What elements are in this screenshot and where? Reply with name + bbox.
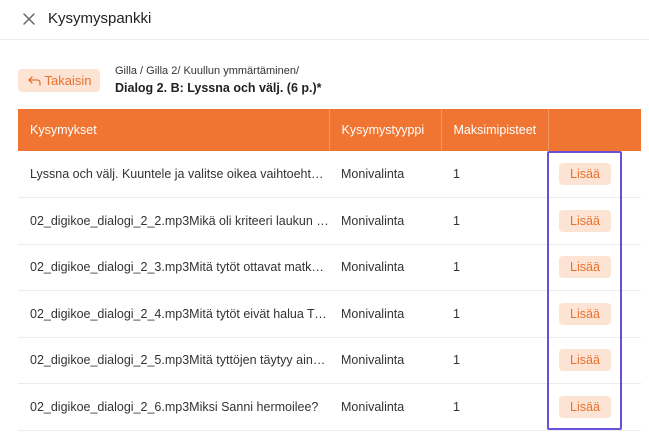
points-cell: 1 <box>453 167 460 181</box>
add-button[interactable]: Lisää <box>559 395 611 418</box>
column-header-questions: Kysymykset <box>30 123 97 137</box>
question-cell: 02_digikoe_dialogi_2_2.mp3Mikä oli krite… <box>30 213 329 228</box>
points-cell: 1 <box>453 399 460 414</box>
table-row: 02_digikoe_dialogi_2_5.mp3Mitä tyttöjen … <box>18 337 641 384</box>
points-cell: 1 <box>453 260 460 275</box>
return-arrow-icon <box>27 75 41 87</box>
type-cell: Monivalinta <box>341 306 405 321</box>
column-header-actions <box>547 109 641 151</box>
type-cell: Monivalinta <box>341 399 405 414</box>
question-cell: Lyssna och välj. Kuuntele ja valitse oik… <box>30 167 329 181</box>
add-button[interactable]: Lisää <box>559 256 611 279</box>
questions-table: Kysymykset Kysymystyyppi Maksimipisteet … <box>18 109 641 431</box>
table-row: 02_digikoe_dialogi_2_3.mp3Mitä tytöt ott… <box>18 244 641 291</box>
action-cell: Lisää <box>548 198 641 245</box>
question-cell: 02_digikoe_dialogi_2_4.mp3Mitä tytöt eiv… <box>30 306 329 321</box>
table-row: Lyssna och välj. Kuuntele ja valitse oik… <box>18 151 641 198</box>
back-button[interactable]: Takaisin <box>18 69 100 92</box>
table-row: 02_digikoe_dialogi_2_2.mp3Mikä oli krite… <box>18 198 641 245</box>
breadcrumb: Gilla / Gilla 2/ Kuullun ymmärtäminen/ <box>115 65 300 77</box>
table-header-row: Kysymykset Kysymystyyppi Maksimipisteet <box>18 109 641 151</box>
add-button[interactable]: Lisää <box>559 163 611 185</box>
type-cell: Monivalinta <box>341 167 405 181</box>
type-cell: Monivalinta <box>341 353 405 368</box>
points-cell: 1 <box>453 213 460 228</box>
points-cell: 1 <box>453 353 460 368</box>
action-cell: Lisää <box>548 151 641 198</box>
action-cell: Lisää <box>548 384 641 431</box>
close-icon[interactable] <box>20 10 38 28</box>
action-cell: Lisää <box>548 291 641 338</box>
column-header-max-points: Maksimipisteet <box>440 109 548 151</box>
action-cell: Lisää <box>548 337 641 384</box>
action-cell: Lisää <box>548 244 641 291</box>
table-row: 02_digikoe_dialogi_2_6.mp3Miksi Sanni he… <box>18 384 641 431</box>
points-cell: 1 <box>453 306 460 321</box>
question-cell: 02_digikoe_dialogi_2_6.mp3Miksi Sanni he… <box>30 399 319 414</box>
add-button[interactable]: Lisää <box>559 209 611 232</box>
top-bar: Kysymyspankki <box>0 0 649 40</box>
add-button[interactable]: Lisää <box>559 349 611 372</box>
question-cell: 02_digikoe_dialogi_2_5.mp3Mitä tyttöjen … <box>30 353 329 368</box>
section-title: Dialog 2. B: Lyssna och välj. (6 p.)* <box>115 81 322 95</box>
table-row: 02_digikoe_dialogi_2_4.mp3Mitä tytöt eiv… <box>18 291 641 338</box>
question-cell: 02_digikoe_dialogi_2_3.mp3Mitä tytöt ott… <box>30 260 329 275</box>
type-cell: Monivalinta <box>341 260 405 275</box>
back-button-label: Takaisin <box>44 73 92 88</box>
column-header-type: Kysymystyyppi <box>328 109 441 151</box>
add-button[interactable]: Lisää <box>559 302 611 325</box>
page-title: Kysymyspankki <box>48 10 152 27</box>
type-cell: Monivalinta <box>341 213 405 228</box>
